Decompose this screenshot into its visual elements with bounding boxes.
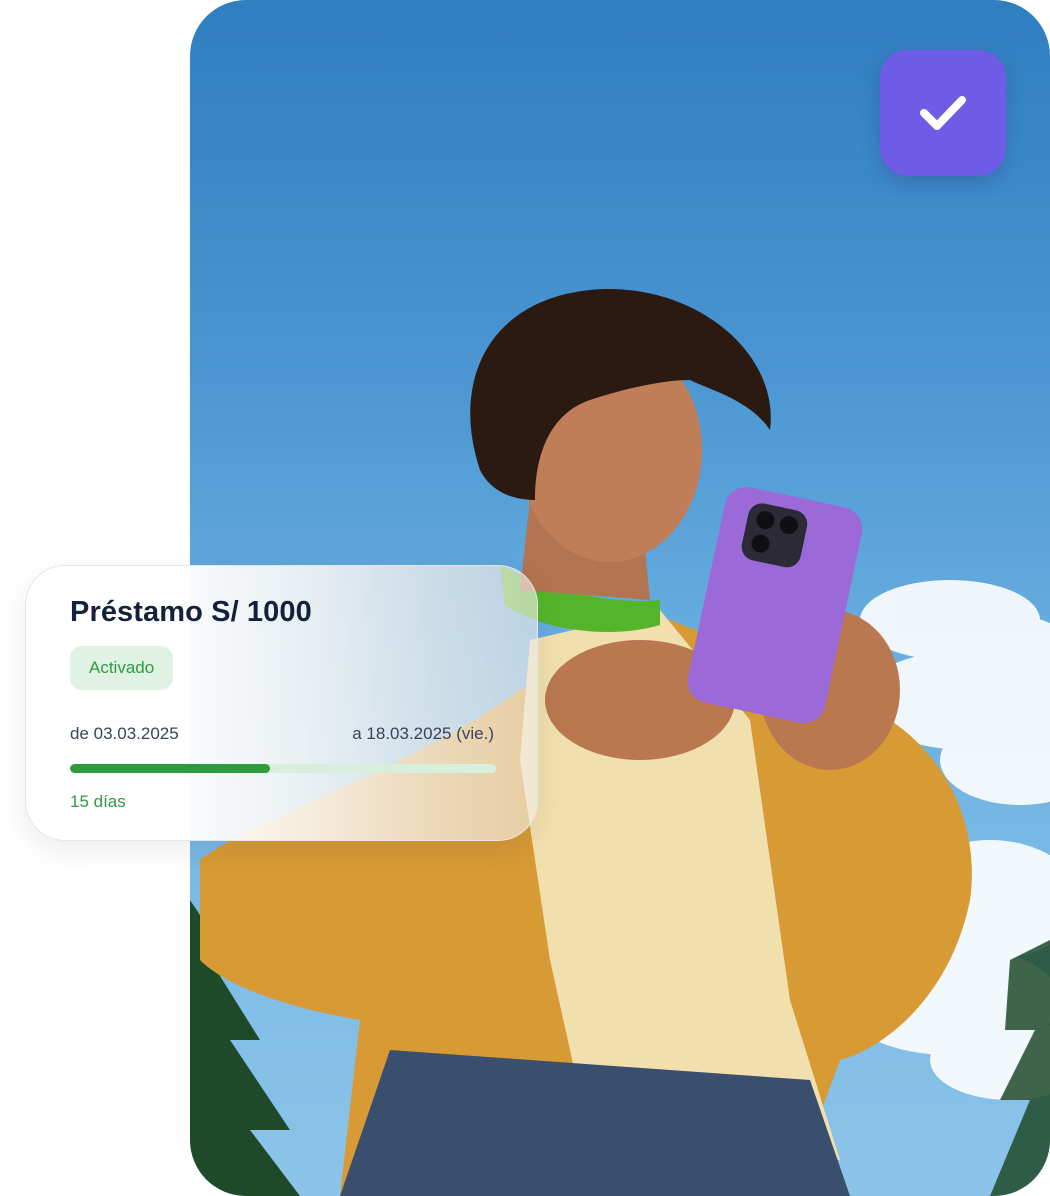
loan-title: Préstamo S/ 1000 bbox=[70, 596, 312, 628]
loan-days-label: 15 días bbox=[70, 792, 126, 811]
loan-start-date: de 03.03.2025 bbox=[70, 724, 179, 743]
hero-stage: Préstamo S/ 1000 Activado de 03.03.2025 … bbox=[0, 0, 1050, 1196]
loan-progress-bar bbox=[70, 764, 496, 773]
loan-card[interactable]: Préstamo S/ 1000 Activado de 03.03.2025 … bbox=[25, 565, 538, 841]
status-badge: Activado bbox=[70, 646, 174, 690]
loan-end-date: a 18.03.2025 (vie.) bbox=[352, 724, 494, 743]
check-icon bbox=[920, 96, 966, 130]
loan-progress-fill bbox=[70, 764, 271, 773]
verified-check-badge[interactable] bbox=[880, 50, 1006, 176]
